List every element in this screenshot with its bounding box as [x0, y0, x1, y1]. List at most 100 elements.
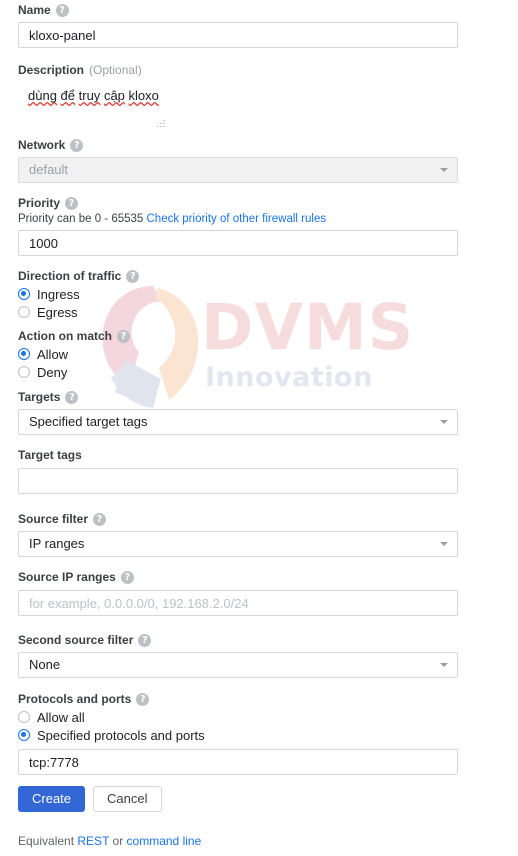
watermark-tagline: Innovation — [205, 361, 373, 393]
chevron-down-icon — [440, 420, 448, 424]
source-ip-ranges-label: Source IP ranges ? — [18, 570, 458, 584]
description-word-4: kloxo — [128, 88, 159, 103]
target-tags-input[interactable] — [18, 468, 458, 494]
second-source-filter-select-value: None — [29, 657, 61, 672]
help-icon[interactable]: ? — [138, 633, 152, 647]
source-filter-select[interactable]: IP ranges — [18, 531, 458, 557]
direction-label-text: Direction of traffic — [18, 269, 122, 283]
targets-label-text: Targets — [18, 390, 61, 404]
targets-select[interactable]: Specified target tags — [18, 409, 458, 435]
target-tags-label-text: Target tags — [18, 448, 82, 462]
radio-action-deny[interactable]: Deny — [18, 364, 130, 380]
description-textarea[interactable]: dùng để truy cập kloxo — [18, 82, 169, 130]
second-source-filter-select[interactable]: None — [18, 652, 458, 678]
priority-hint: Priority can be 0 - 65535 Check priority… — [18, 212, 458, 226]
equivalent-middle: or — [112, 834, 124, 848]
source-filter-select-value: IP ranges — [29, 536, 85, 551]
radio-action-allow-label: Allow — [37, 346, 69, 362]
watermark-brand: DVMS — [201, 291, 415, 364]
radio-direction-ingress[interactable]: Ingress — [18, 286, 139, 302]
radio-indicator — [18, 366, 30, 378]
name-input[interactable] — [18, 22, 458, 48]
radio-indicator — [18, 729, 30, 741]
help-icon[interactable]: ? — [93, 512, 107, 526]
source-ip-ranges-label-text: Source IP ranges — [18, 570, 116, 584]
form-actions: Create Cancel — [18, 786, 162, 812]
network-select-value: default — [29, 162, 69, 177]
radio-direction-egress-label: Egress — [37, 304, 78, 320]
priority-input[interactable] — [18, 230, 458, 256]
protocols-label: Protocols and ports ? — [18, 692, 458, 706]
radio-protocols-allow-all-label: Allow all — [37, 709, 85, 725]
radio-protocols-specified[interactable]: Specified protocols and ports — [18, 727, 458, 743]
description-optional-text: (Optional) — [89, 63, 142, 77]
radio-protocols-allow-all[interactable]: Allow all — [18, 709, 458, 725]
radio-indicator — [18, 288, 30, 300]
field-name: Name ? — [18, 3, 458, 48]
help-icon[interactable]: ? — [120, 570, 134, 584]
chevron-down-icon — [440, 168, 448, 172]
description-label-text: Description — [18, 63, 85, 77]
source-filter-label-text: Source filter — [18, 512, 89, 526]
chevron-down-icon — [440, 663, 448, 667]
radio-indicator — [18, 348, 30, 360]
priority-label: Priority ? — [18, 196, 458, 210]
radio-direction-egress[interactable]: Egress — [18, 304, 139, 320]
help-icon[interactable]: ? — [126, 269, 140, 283]
network-label: Network ? — [18, 138, 458, 152]
field-description: Description (Optional) dùng để truy cập … — [18, 63, 169, 130]
radio-action-deny-label: Deny — [37, 364, 68, 380]
target-tags-label: Target tags — [18, 448, 458, 462]
direction-label: Direction of traffic ? — [18, 269, 140, 283]
field-source-ip-ranges: Source IP ranges ? — [18, 570, 458, 616]
help-icon[interactable]: ? — [136, 692, 150, 706]
create-button[interactable]: Create — [18, 786, 86, 812]
network-select[interactable]: default — [18, 157, 458, 183]
field-network: Network ? default — [18, 138, 458, 183]
description-word-2: truy — [78, 88, 101, 103]
name-label-text: Name — [18, 3, 51, 17]
check-priority-link[interactable]: Check priority of other firewall rules — [147, 213, 327, 225]
command-line-link[interactable]: command line — [127, 834, 202, 848]
cancel-button[interactable]: Cancel — [93, 786, 162, 812]
targets-select-value: Specified target tags — [29, 414, 148, 429]
help-icon[interactable]: ? — [70, 138, 84, 152]
rest-link[interactable]: REST — [77, 834, 109, 848]
radio-direction-ingress-label: Ingress — [37, 286, 80, 302]
field-source-filter: Source filter ? IP ranges — [18, 512, 458, 557]
priority-hint-text: Priority can be 0 - 65535 — [18, 213, 144, 225]
radio-indicator — [18, 711, 30, 723]
field-second-source-filter: Second source filter ? None — [18, 633, 458, 678]
protocols-and-ports-input[interactable] — [18, 749, 458, 775]
name-label: Name ? — [18, 3, 458, 17]
description-word-3: cập — [103, 88, 125, 103]
equivalent-links: Equivalent REST or command line — [18, 834, 201, 848]
field-targets: Targets ? Specified target tags — [18, 390, 458, 435]
help-icon[interactable]: ? — [65, 390, 79, 404]
field-protocols-and-ports: Protocols and ports ? Allow all Specifie… — [18, 692, 458, 775]
equivalent-prefix: Equivalent — [18, 834, 75, 848]
field-direction-of-traffic: Direction of traffic ? Ingress Egress — [18, 269, 140, 320]
source-filter-label: Source filter ? — [18, 512, 458, 526]
priority-label-text: Priority — [18, 196, 61, 210]
field-target-tags: Target tags — [18, 448, 458, 494]
second-source-filter-label-text: Second source filter — [18, 633, 134, 647]
protocols-label-text: Protocols and ports — [18, 692, 132, 706]
description-word-0: dùng — [28, 88, 57, 103]
help-icon[interactable]: ? — [65, 196, 79, 210]
second-source-filter-label: Second source filter ? — [18, 633, 458, 647]
help-icon[interactable]: ? — [55, 3, 69, 17]
field-priority: Priority ? Priority can be 0 - 65535 Che… — [18, 196, 458, 256]
radio-action-allow[interactable]: Allow — [18, 346, 130, 362]
network-label-text: Network — [18, 138, 66, 152]
chevron-down-icon — [440, 542, 448, 546]
source-ip-ranges-input[interactable] — [18, 590, 458, 616]
help-icon[interactable]: ? — [117, 329, 131, 343]
description-label: Description (Optional) — [18, 63, 169, 77]
targets-label: Targets ? — [18, 390, 458, 404]
action-label: Action on match ? — [18, 329, 131, 343]
action-label-text: Action on match — [18, 329, 113, 343]
description-word-1: để — [60, 88, 76, 103]
radio-indicator — [18, 306, 30, 318]
field-action-on-match: Action on match ? Allow Deny — [18, 329, 131, 380]
